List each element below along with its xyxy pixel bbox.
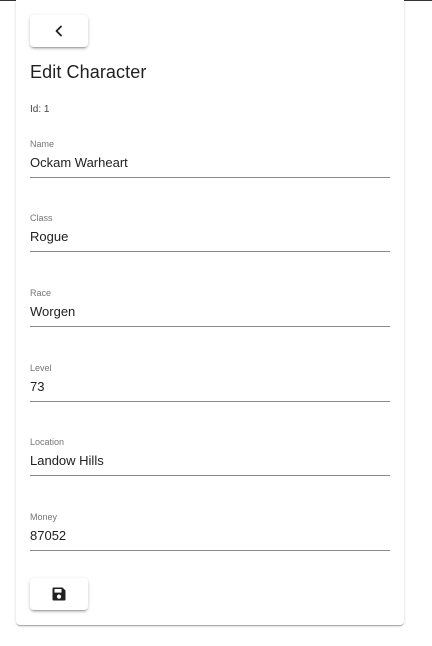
- save-button[interactable]: [30, 578, 88, 610]
- location-field-value[interactable]: Landow Hills: [30, 453, 104, 468]
- race-field-value[interactable]: Worgen: [30, 304, 75, 319]
- name-field-label: Name: [30, 139, 55, 149]
- level-field-label: Level: [30, 363, 52, 373]
- name-field-value[interactable]: Ockam Warheart: [30, 155, 128, 170]
- race-field-label: Race: [30, 288, 52, 298]
- race-field[interactable]: Race Worgen: [30, 288, 390, 327]
- chevron-left-icon: [55, 25, 62, 37]
- location-field[interactable]: Location Landow Hills: [30, 437, 390, 476]
- money-field-value[interactable]: 87052: [30, 528, 66, 543]
- back-button[interactable]: [30, 15, 88, 47]
- page-title: Edit Character: [30, 62, 147, 82]
- level-field-value[interactable]: 73: [30, 379, 44, 394]
- name-field[interactable]: Name Ockam Warheart: [30, 139, 390, 178]
- location-field-label: Location: [30, 437, 65, 447]
- class-field[interactable]: Class Rogue: [30, 213, 390, 252]
- edit-character-card: Edit Character Id: 1 Name Ockam Warheart…: [16, 0, 404, 625]
- level-field[interactable]: Level 73: [30, 363, 390, 402]
- money-field[interactable]: Money 87052: [30, 512, 390, 551]
- money-field-label: Money: [30, 512, 58, 522]
- class-field-value[interactable]: Rogue: [30, 229, 68, 244]
- floppy-disk-icon: [52, 587, 66, 601]
- class-field-label: Class: [30, 213, 53, 223]
- character-id: Id: 1: [30, 104, 50, 115]
